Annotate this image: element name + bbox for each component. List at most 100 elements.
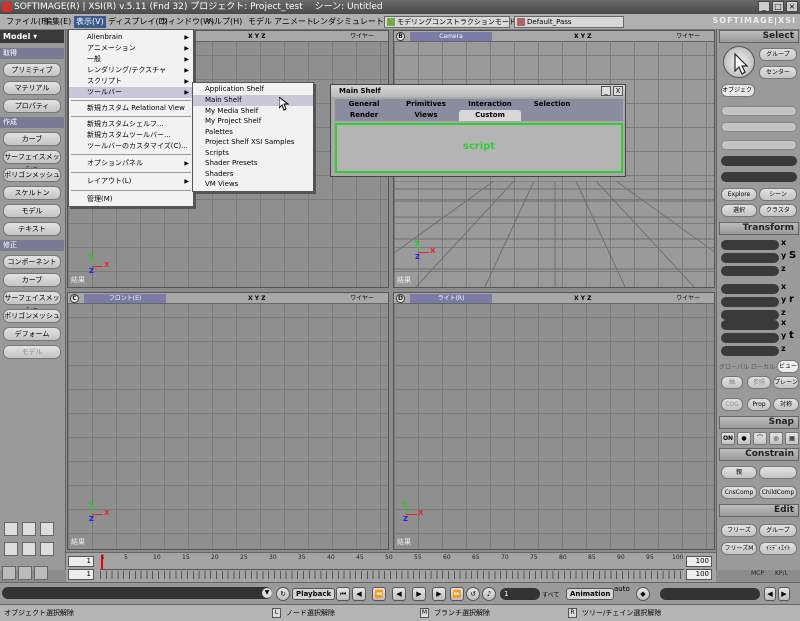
layout-icon-4[interactable] bbox=[4, 542, 18, 556]
layout-icon-3[interactable] bbox=[40, 522, 54, 536]
view-button[interactable]: ビュー bbox=[777, 360, 799, 373]
viewport-camera[interactable]: フロント(E) bbox=[84, 294, 166, 303]
tab-render[interactable]: Render bbox=[335, 110, 393, 121]
create-surface-button[interactable]: サーフェイスメッシュ bbox=[3, 150, 61, 173]
scale-y-field[interactable] bbox=[721, 253, 779, 263]
loop-icon[interactable]: ↻ bbox=[276, 587, 290, 601]
timeline-end-field[interactable]: 100 bbox=[686, 556, 712, 567]
rotate-z-field[interactable] bbox=[721, 310, 779, 320]
playback-label[interactable]: Playback bbox=[292, 588, 336, 600]
layout-icon-6[interactable] bbox=[40, 542, 54, 556]
maximize-button[interactable]: □ bbox=[772, 1, 784, 12]
scale-label[interactable]: S bbox=[789, 250, 796, 261]
viewport-d[interactable]: D ライト(R) X Y Z ワイヤー Y X Z 結果 bbox=[393, 292, 715, 550]
local-label[interactable]: ローカル bbox=[751, 362, 775, 371]
menu-item-animation[interactable]: アニメーション ▶ bbox=[69, 43, 193, 54]
object-button[interactable]: オブジェクト bbox=[721, 84, 755, 97]
menu-item-rendering[interactable]: レンダリング/テクスチャ ▶ bbox=[69, 65, 193, 76]
viewport-xyz[interactable]: X Y Z bbox=[574, 32, 592, 41]
cog-button[interactable]: COG bbox=[721, 398, 743, 411]
key-next-icon[interactable]: ▶ bbox=[778, 587, 790, 601]
selection-type-field[interactable] bbox=[721, 172, 797, 182]
loop-toggle-icon[interactable]: ↺ bbox=[466, 587, 480, 601]
key-prev-icon[interactable]: ◀ bbox=[764, 587, 776, 601]
model-header[interactable]: Model ▾ bbox=[0, 30, 64, 43]
freeze-m-button[interactable]: フリーズM bbox=[721, 542, 757, 555]
menu-item-alienbrain[interactable]: Alienbrain ▶ bbox=[69, 32, 193, 43]
snap-surface-icon[interactable]: ◎ bbox=[769, 432, 783, 445]
axis-button[interactable]: 軸 bbox=[721, 376, 743, 389]
key-icon[interactable]: ◆ bbox=[636, 587, 650, 601]
create-text-button[interactable]: テキスト bbox=[3, 222, 61, 236]
deform-button[interactable]: デフォーム bbox=[3, 327, 61, 341]
timeline-start-field[interactable]: 1 bbox=[68, 556, 94, 567]
translate-z-field[interactable] bbox=[721, 346, 779, 356]
tab-selection[interactable]: Selection bbox=[523, 99, 581, 110]
submenu-shader-presets[interactable]: Shader Presets bbox=[193, 158, 313, 169]
viewport-display-mode[interactable]: ワイヤー bbox=[350, 294, 374, 303]
animation-label[interactable]: Animation bbox=[566, 588, 615, 600]
ref-button[interactable]: 参照 bbox=[747, 376, 771, 389]
mcp-label[interactable]: MCP bbox=[751, 570, 764, 577]
tab-views[interactable]: Views bbox=[395, 110, 457, 121]
command-line-field[interactable] bbox=[2, 587, 272, 599]
translate-x-field[interactable] bbox=[721, 320, 779, 330]
select-header[interactable]: Select bbox=[719, 30, 799, 43]
menu-help[interactable]: ヘルプ(H) bbox=[204, 16, 244, 28]
center-button[interactable]: センター bbox=[759, 66, 797, 79]
timeline-current-field[interactable]: 1 bbox=[68, 569, 94, 580]
viewport-letter[interactable]: D bbox=[396, 294, 405, 303]
all-label[interactable]: すべて bbox=[542, 590, 559, 599]
timeline-end2-field[interactable]: 100 bbox=[686, 569, 712, 580]
cnscomp-button[interactable]: CnsComp bbox=[721, 486, 757, 499]
parent-button[interactable]: 親 bbox=[721, 466, 757, 479]
layout-icon-5[interactable] bbox=[22, 542, 36, 556]
snap-on-button[interactable]: ON bbox=[721, 432, 735, 445]
close-button[interactable]: × bbox=[786, 1, 798, 12]
create-model-button[interactable]: モデル bbox=[3, 204, 61, 218]
minimize-button[interactable]: _ bbox=[758, 1, 770, 12]
property-button[interactable]: プロパティ bbox=[3, 99, 61, 113]
modify-curve-button[interactable]: カーブ bbox=[3, 273, 61, 287]
audio-icon[interactable]: ♪ bbox=[482, 587, 496, 601]
viewport-xyz[interactable]: X Y Z bbox=[248, 294, 266, 303]
shelf-minimize-button[interactable]: _ bbox=[601, 86, 611, 96]
next-frame-icon[interactable]: ▶ bbox=[432, 587, 446, 601]
global-label[interactable]: グローバル bbox=[719, 362, 749, 371]
transform-header[interactable]: Transform bbox=[719, 222, 799, 235]
menu-item-script[interactable]: スクリプト ▶ bbox=[69, 76, 193, 87]
selection-field-2[interactable] bbox=[721, 122, 797, 132]
viewport-display-mode[interactable]: ワイヤー bbox=[350, 32, 374, 41]
edit-header[interactable]: Edit bbox=[719, 504, 799, 517]
shelf-title-bar[interactable]: Main Shelf bbox=[331, 85, 625, 97]
kpl-label[interactable]: KP/L bbox=[775, 570, 788, 577]
prop-button[interactable]: Prop bbox=[747, 398, 771, 411]
keyframe-field[interactable] bbox=[660, 588, 760, 600]
scene-button[interactable]: シーン bbox=[759, 188, 797, 201]
submenu-application-shelf[interactable]: Application Shelf bbox=[193, 84, 313, 95]
rewind-icon[interactable]: ⏪ bbox=[372, 587, 386, 601]
snap-grid-icon[interactable]: ▦ bbox=[785, 432, 799, 445]
freeze-button[interactable]: フリーズ bbox=[721, 524, 757, 537]
select-tool-icon[interactable] bbox=[723, 46, 755, 78]
shelf-content-area[interactable]: script bbox=[335, 123, 623, 173]
viewport-camera[interactable]: ライト(R) bbox=[410, 294, 492, 303]
section-get[interactable]: 取得 bbox=[0, 48, 64, 59]
submenu-main-shelf[interactable]: Main Shelf bbox=[193, 95, 313, 106]
tab-interaction[interactable]: Interaction bbox=[459, 99, 521, 110]
tab-custom[interactable]: Custom bbox=[459, 110, 521, 121]
create-polymesh-button[interactable]: ポリゴンメッシュ bbox=[3, 168, 61, 182]
menu-item-option-panel[interactable]: オプションパネル ▶ bbox=[69, 158, 193, 169]
prev-key-icon[interactable]: ◀ bbox=[352, 587, 366, 601]
snap-curve-icon[interactable]: ⌒ bbox=[753, 432, 767, 445]
paint-icon[interactable] bbox=[34, 566, 48, 580]
magnet-icon[interactable] bbox=[18, 566, 32, 580]
snap-header[interactable]: Snap bbox=[719, 416, 799, 429]
menu-item-general[interactable]: 一般 ▶ bbox=[69, 54, 193, 65]
hierarchy-icon[interactable] bbox=[2, 566, 16, 580]
selection-field-3[interactable] bbox=[721, 140, 797, 150]
viewport-xyz[interactable]: X Y Z bbox=[248, 32, 266, 41]
modify-polymesh-button[interactable]: ポリゴンメッシュ bbox=[3, 309, 61, 323]
modify-model-button[interactable]: モデル bbox=[3, 345, 61, 359]
tab-primitives[interactable]: Primitives bbox=[395, 99, 457, 110]
